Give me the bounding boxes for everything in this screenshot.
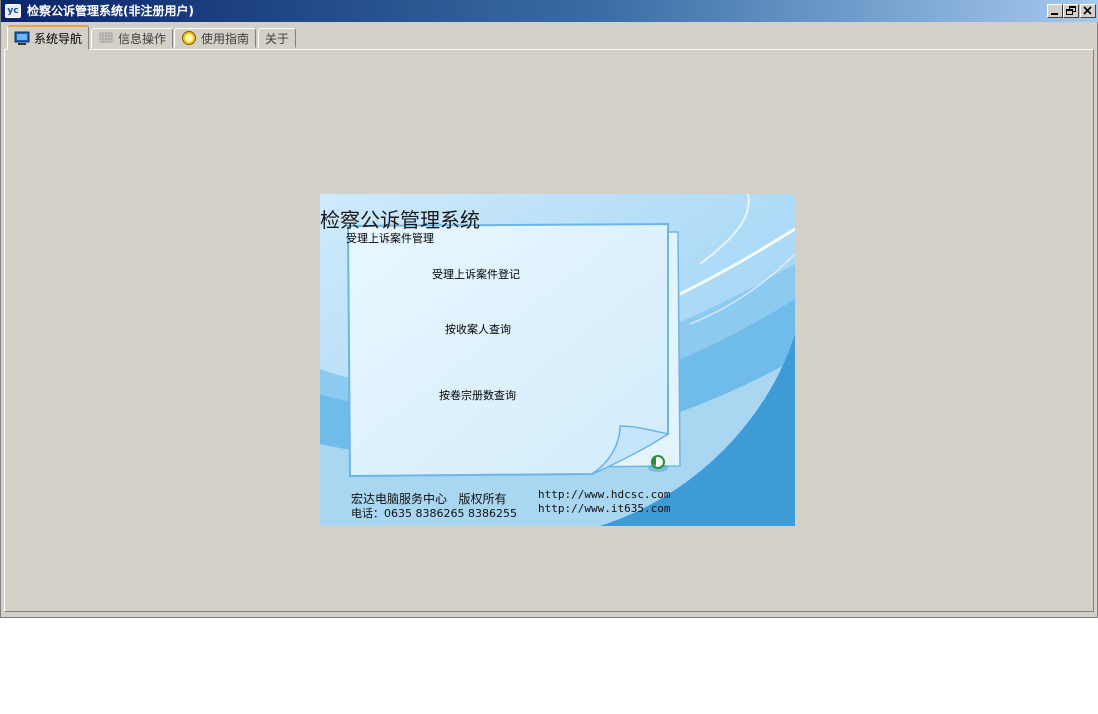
restore-icon [1066,6,1076,15]
tab-user-guide[interactable]: 使用指南 [174,28,257,48]
footer-url-hdcsc[interactable]: http://www.hdcsc.com [538,488,670,501]
footer-url-it635[interactable]: http://www.it635.com [538,502,670,515]
link-register-appeal-case[interactable]: 受理上诉案件登记 [432,266,520,282]
close-icon [1083,6,1092,15]
app-icon: yc [5,4,21,18]
tab-label: 关于 [265,31,290,46]
grid-icon [98,31,114,45]
tab-strip: 系统导航 信息操作 使用指南 关于 [1,22,1098,50]
navigation-splash: 检察公诉管理系统 受理上诉案件管理 受理上诉案件登记 按收案人查询 按卷宗册数查… [320,194,795,526]
splash-title: 检察公诉管理系统 [320,208,480,232]
footer-phone: 电话：0635 8386265 8386255 [351,507,517,520]
close-button[interactable] [1080,4,1096,18]
tab-label: 使用指南 [201,31,250,46]
tab-information-operation[interactable]: 信息操作 [91,28,174,48]
minimize-button[interactable] [1047,4,1063,18]
help-icon [181,31,197,45]
tab-label: 系统导航 [34,31,83,46]
restore-button[interactable] [1063,4,1079,18]
title-bar[interactable]: yc 检察公诉管理系统(非注册用户) [1,0,1098,22]
link-query-by-volume[interactable]: 按卷宗册数查询 [439,387,516,403]
tab-about[interactable]: 关于 [258,28,297,48]
window-title: 检察公诉管理系统(非注册用户) [27,4,194,18]
monitor-icon [14,31,30,45]
splash-subtitle: 受理上诉案件管理 [346,232,434,245]
tab-label: 信息操作 [118,31,167,46]
minimize-icon [1051,13,1058,15]
link-query-by-receiver[interactable]: 按收案人查询 [445,321,511,337]
tab-system-navigation[interactable]: 系统导航 [7,25,90,50]
